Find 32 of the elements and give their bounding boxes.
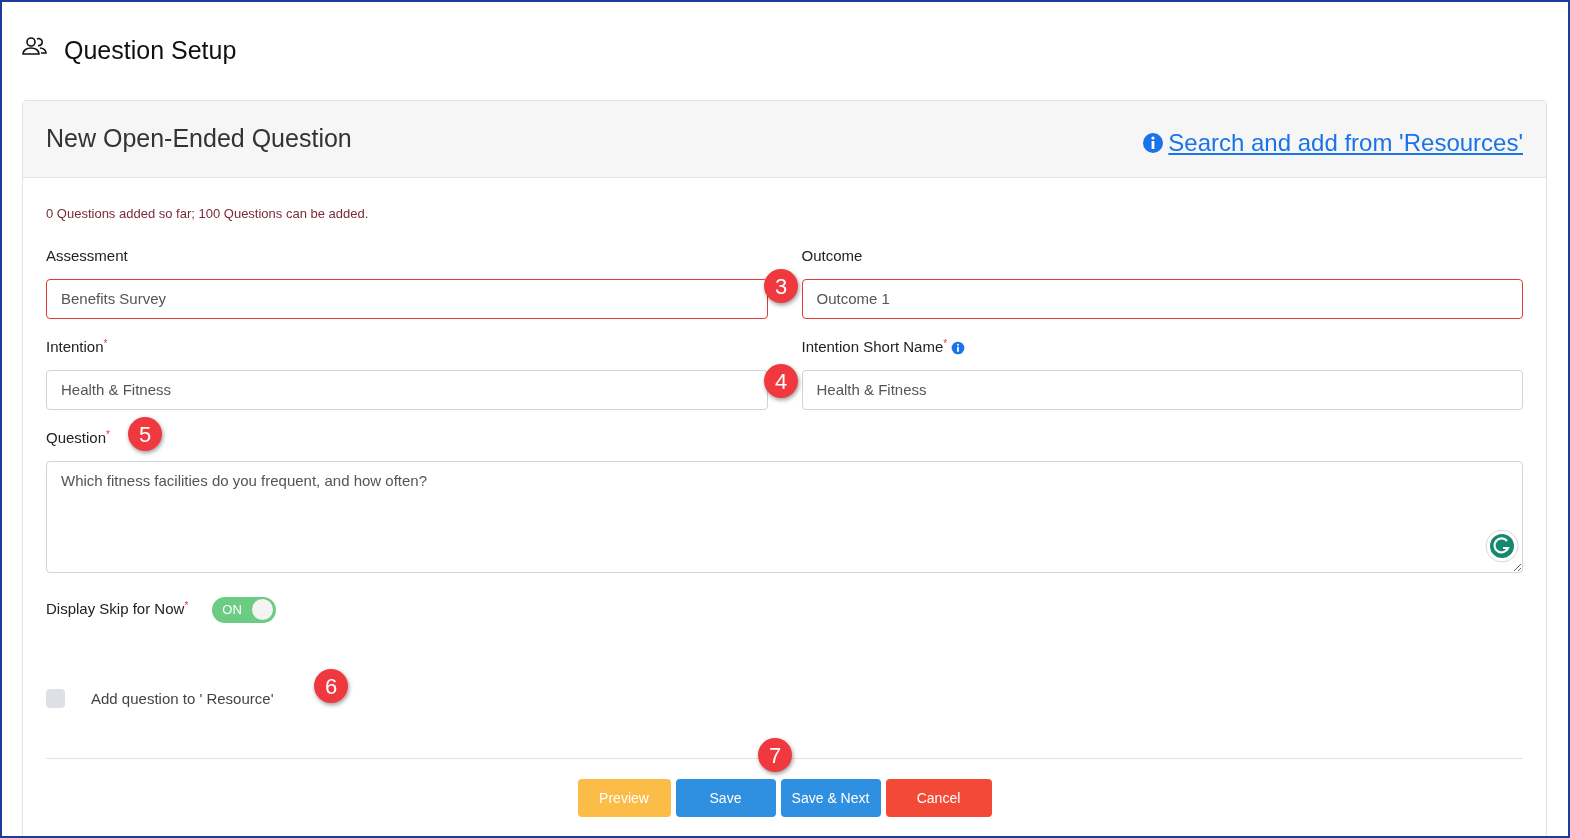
- required-asterisk: *: [103, 338, 108, 350]
- text-field[interactable]: Benefits Survey: [46, 278, 768, 319]
- field-label: Outcome: [801, 246, 863, 267]
- step-number-badge: 3: [764, 269, 798, 303]
- step-number-badge: 4: [764, 364, 798, 398]
- question-textarea[interactable]: Which fitness facilities do you frequent, and how often?: [46, 460, 1523, 573]
- required-asterisk: *: [106, 429, 110, 441]
- users-icon: [22, 36, 48, 56]
- resources-link[interactable]: Search and add from 'Resources': [1142, 125, 1523, 161]
- cancel-button[interactable]: Cancel: [885, 779, 992, 817]
- resource-checkbox[interactable]: [46, 689, 65, 709]
- checkbox-label: Add question to ' Resource': [91, 688, 274, 709]
- field-label: Question$^{*}$: [46, 428, 110, 449]
- field-label: Intention Short Name$^{*}$: [801, 337, 948, 358]
- text-field[interactable]: Outcome 1: [801, 278, 1523, 319]
- info-icon: [1142, 132, 1165, 154]
- required-asterisk: *: [184, 600, 189, 612]
- question-count-note: 0 Questions added so far; 100 Questions can be added.: [46, 205, 370, 223]
- required-asterisk: *: [943, 338, 948, 350]
- save-button[interactable]: Save: [675, 779, 776, 817]
- text-field[interactable]: Health & Fitness: [46, 369, 768, 410]
- text-field[interactable]: Health & Fitness: [801, 369, 1523, 410]
- card-title: New Open-Ended Question: [46, 123, 352, 155]
- field-label: Assessment: [46, 246, 128, 267]
- page-title: Question Setup: [64, 35, 237, 66]
- step-number-badge: 5: [128, 417, 162, 451]
- save-button[interactable]: Save & Next: [780, 779, 881, 817]
- step-number-badge: 6: [314, 669, 348, 703]
- grammar-assistant-icon[interactable]: [1485, 528, 1519, 563]
- field-label: Display Skip for Now$^{*}$: [46, 599, 189, 620]
- field-label: Intention$^{*}$: [46, 337, 108, 358]
- step-number-badge: 7: [758, 738, 792, 772]
